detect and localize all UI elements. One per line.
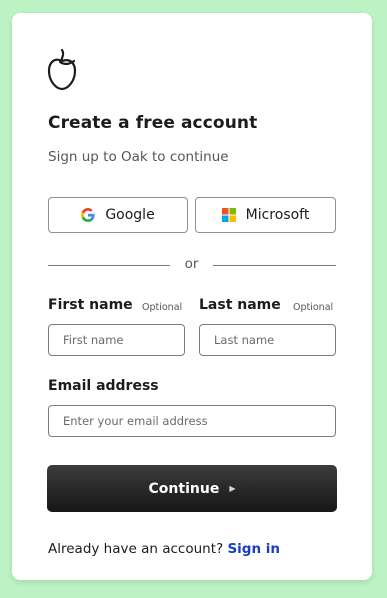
signup-card: Create a free account Sign up to Oak to … [12, 13, 372, 580]
first-name-label: First name [48, 297, 133, 313]
google-signin-button[interactable]: Google [48, 197, 188, 233]
google-icon [81, 208, 95, 222]
email-input[interactable] [48, 405, 336, 437]
microsoft-signin-button[interactable]: Microsoft [195, 197, 336, 233]
last-name-label: Last name [199, 297, 281, 313]
signin-prompt: Already have an account? Sign in [48, 541, 280, 557]
continue-button-label: Continue [148, 480, 220, 497]
microsoft-button-label: Microsoft [245, 207, 310, 223]
continue-button[interactable]: Continue ▶ [47, 465, 337, 512]
email-label: Email address [48, 378, 159, 394]
oak-acorn-logo-icon [47, 49, 77, 91]
microsoft-icon [221, 208, 236, 222]
page-subtitle: Sign up to Oak to continue [48, 149, 229, 165]
first-name-input[interactable] [48, 324, 185, 356]
last-name-optional-hint: Optional [293, 302, 334, 313]
divider-line-right [213, 265, 336, 266]
first-name-optional-hint: Optional [142, 302, 183, 313]
google-button-label: Google [105, 207, 155, 223]
signin-prompt-text: Already have an account? [48, 541, 224, 557]
last-name-input[interactable] [199, 324, 336, 356]
play-arrow-icon: ▶ [229, 484, 236, 493]
divider-line-left [48, 265, 170, 266]
page-title: Create a free account [48, 113, 258, 133]
signin-link[interactable]: Sign in [227, 541, 280, 557]
divider-or: or [184, 256, 199, 272]
